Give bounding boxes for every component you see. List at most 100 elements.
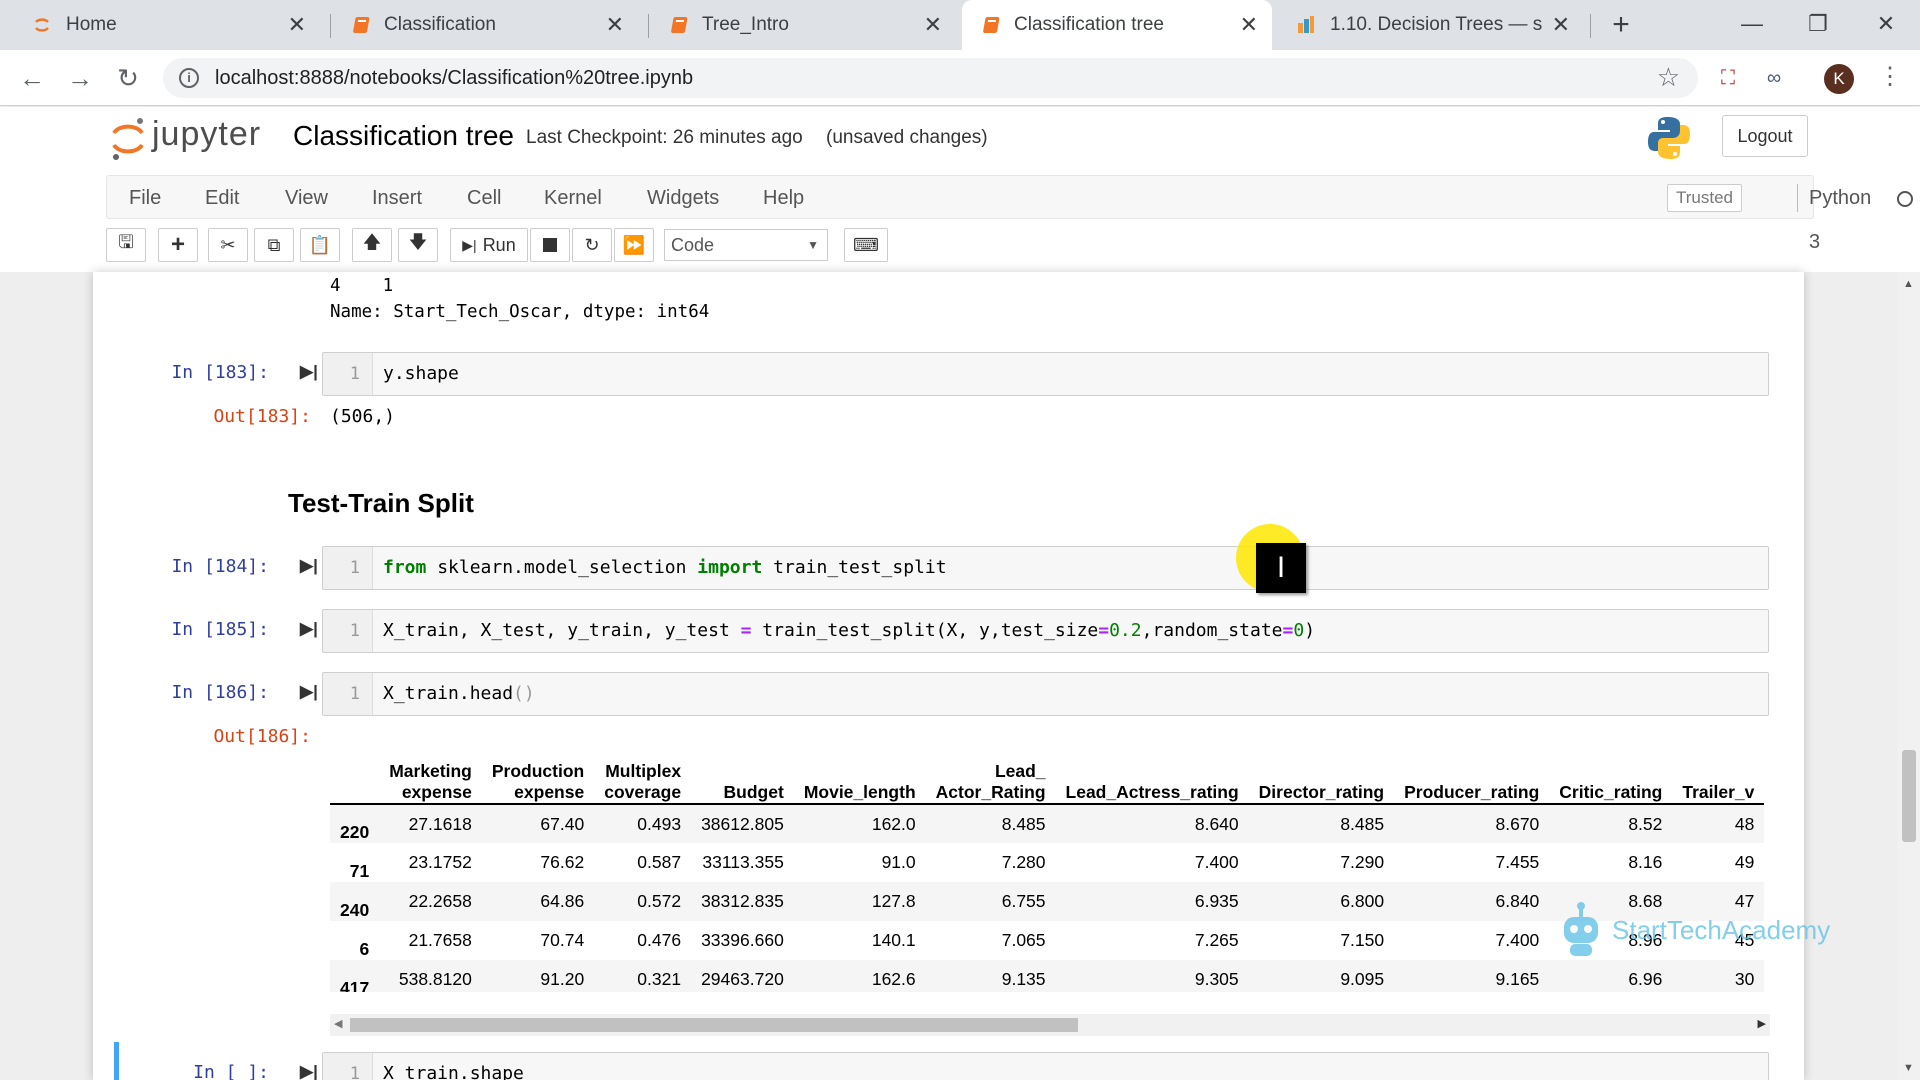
- code-line[interactable]: from sklearn.model_selection import trai…: [383, 547, 947, 589]
- avatar[interactable]: K: [1824, 64, 1854, 94]
- menu-file[interactable]: File: [129, 176, 161, 220]
- scroll-right-icon[interactable]: ▶: [1758, 1017, 1766, 1030]
- restart-button[interactable]: ↻: [572, 228, 612, 262]
- scroll-down-icon[interactable]: ▼: [1903, 1062, 1914, 1074]
- code-line[interactable]: y.shape: [383, 353, 459, 395]
- more-menu-icon[interactable]: ⋮: [1878, 62, 1902, 91]
- plus-icon: +: [170, 231, 185, 258]
- kernel-name[interactable]: Python 3: [1809, 176, 1871, 253]
- tab-classification-tree[interactable]: Classification tree ✕: [962, 0, 1272, 50]
- new-tab-icon[interactable]: +: [1604, 8, 1638, 42]
- tab-home[interactable]: Home ✕: [14, 0, 320, 50]
- cell-type-select[interactable]: Code ▼: [664, 229, 828, 261]
- column-header: Multiplex coverage: [604, 761, 682, 802]
- url-text[interactable]: localhost:8888/notebooks/Classification%…: [215, 67, 693, 90]
- robot-mascot-icon: [1564, 902, 1598, 956]
- scrollbar-thumb[interactable]: [350, 1018, 1078, 1032]
- minimize-icon[interactable]: —: [1732, 6, 1772, 42]
- code-cell-184[interactable]: 1 from sklearn.model_selection import tr…: [322, 546, 1769, 590]
- command-palette-button[interactable]: ⌨: [844, 228, 888, 262]
- vertical-scrollbar[interactable]: ▲ ▼: [1898, 272, 1920, 1080]
- cut-button[interactable]: ✂: [208, 228, 248, 262]
- jupyter-wordmark[interactable]: jupyter: [152, 115, 261, 154]
- address-bar[interactable]: i localhost:8888/notebooks/Classificatio…: [163, 58, 1698, 98]
- table-row: 240 22.2658 64.86 0.572 38312.835 127.8 6.755 6…: [330, 882, 1765, 921]
- restore-icon[interactable]: ❐: [1798, 6, 1838, 42]
- jupyter-header: jupyter Classification tree Last Checkpo…: [0, 107, 1920, 272]
- insert-cell-button[interactable]: +: [158, 228, 198, 262]
- info-icon[interactable]: i: [179, 68, 199, 88]
- scroll-up-icon[interactable]: ▲: [1903, 278, 1914, 290]
- column-header: Movie_length: [803, 782, 916, 802]
- table-cell: 127.8: [871, 891, 916, 911]
- reload-icon[interactable]: ↻: [110, 60, 146, 96]
- notebook-title[interactable]: Classification tree: [293, 120, 514, 152]
- run-cell-icon[interactable]: ▶|: [300, 682, 318, 701]
- run-button[interactable]: ▶| Run: [450, 228, 528, 262]
- logout-button[interactable]: Logout: [1722, 115, 1808, 157]
- move-down-button[interactable]: 🡇: [398, 228, 438, 262]
- column-header: Lead_Actress_rating: [1065, 782, 1239, 802]
- tab-tree-intro[interactable]: Tree_Intro ✕: [650, 0, 956, 50]
- notebook-page: 4 1 Name: Start_Tech_Oscar, dtype: int64…: [93, 272, 1804, 1080]
- column-header: Production expense: [491, 761, 585, 802]
- horizontal-scrollbar[interactable]: ◀ ▶: [330, 1014, 1770, 1036]
- tab-classification[interactable]: Classification ✕: [332, 0, 638, 50]
- forward-icon[interactable]: →: [62, 60, 98, 96]
- menu-kernel[interactable]: Kernel: [544, 176, 602, 220]
- code-line[interactable]: X_train.shape: [383, 1053, 524, 1080]
- line-number: 1: [323, 353, 373, 395]
- table-cell: 6.840: [1495, 891, 1540, 911]
- scroll-left-icon[interactable]: ◀: [334, 1017, 342, 1030]
- save-button[interactable]: 🖫: [106, 228, 146, 262]
- run-cell-icon[interactable]: ▶|: [300, 1062, 318, 1080]
- pdf-extension-icon[interactable]: ⛶: [1712, 62, 1744, 94]
- step-forward-icon: ▶|: [462, 236, 477, 253]
- menu-help[interactable]: Help: [763, 176, 804, 220]
- table-cell: 22.2658: [408, 891, 472, 911]
- close-icon[interactable]: ✕: [924, 12, 942, 38]
- table-cell: 7.150: [1340, 930, 1385, 950]
- back-icon[interactable]: ←: [14, 60, 50, 96]
- infinity-extension-icon[interactable]: ∞: [1758, 62, 1790, 94]
- menu-insert[interactable]: Insert: [372, 176, 422, 220]
- interrupt-button[interactable]: [530, 228, 570, 262]
- restart-run-all-button[interactable]: ⏩: [614, 228, 654, 262]
- run-cell-icon[interactable]: ▶|: [300, 556, 318, 575]
- close-icon[interactable]: ✕: [1552, 12, 1570, 38]
- jupyter-logo-icon[interactable]: [108, 115, 148, 161]
- keyword: from: [383, 557, 427, 578]
- bookmark-star-icon[interactable]: ☆: [1657, 62, 1680, 93]
- paste-button[interactable]: 📋: [300, 228, 340, 262]
- code-cell-185[interactable]: 1 X_train, X_test, y_train, y_test = tra…: [322, 609, 1769, 653]
- close-icon[interactable]: ✕: [288, 12, 306, 38]
- tab-title: Classification: [384, 14, 496, 35]
- menu-cell[interactable]: Cell: [467, 176, 501, 220]
- move-up-button[interactable]: 🡅: [352, 228, 392, 262]
- code-cell-186[interactable]: 1 X_train.head(): [322, 672, 1769, 716]
- copy-button[interactable]: ⧉: [254, 228, 294, 262]
- table-cell: 162.0: [871, 813, 916, 834]
- code-line[interactable]: X_train, X_test, y_train, y_test = train…: [383, 610, 1315, 652]
- column-header: Director_rating: [1258, 782, 1385, 802]
- section-heading: Test-Train Split: [288, 488, 474, 518]
- row-index: 220: [340, 822, 370, 842]
- menu-edit[interactable]: Edit: [205, 176, 239, 220]
- menu-view[interactable]: View: [285, 176, 328, 220]
- scrollbar-thumb[interactable]: [1902, 750, 1916, 842]
- window-close-icon[interactable]: ✕: [1866, 6, 1906, 42]
- line-number: 1: [323, 547, 373, 589]
- trusted-badge[interactable]: Trusted: [1667, 184, 1743, 212]
- run-cell-icon[interactable]: ▶|: [300, 362, 318, 381]
- table-cell: 7.280: [1001, 852, 1046, 872]
- close-icon[interactable]: ✕: [606, 12, 624, 38]
- menu-widgets[interactable]: Widgets: [647, 176, 719, 220]
- run-cell-icon[interactable]: ▶|: [300, 619, 318, 638]
- code-cell-183[interactable]: 1 y.shape: [322, 352, 1769, 396]
- python-logo-icon: [1648, 117, 1690, 159]
- tab-decision-trees-docs[interactable]: 1.10. Decision Trees — scik ✕: [1278, 0, 1584, 50]
- code-line[interactable]: X_train.head(): [383, 673, 535, 715]
- table-cell: 70.74: [540, 930, 585, 950]
- close-icon[interactable]: ✕: [1240, 12, 1258, 38]
- code-cell-new[interactable]: 1 X_train.shape: [322, 1052, 1769, 1080]
